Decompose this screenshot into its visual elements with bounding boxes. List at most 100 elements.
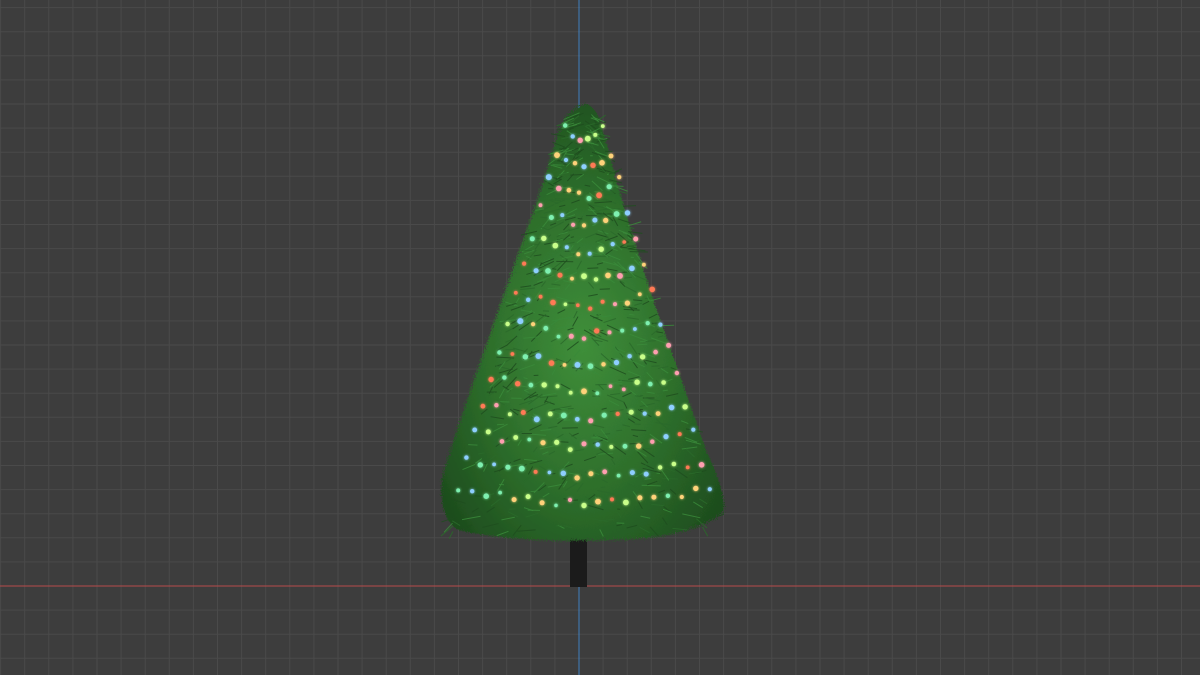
light-bulb — [600, 299, 605, 304]
light-bulb — [628, 409, 634, 415]
light-bulb — [556, 334, 561, 339]
light-bulb — [570, 134, 575, 139]
light-bulb — [555, 384, 560, 389]
light-bulb — [513, 435, 519, 440]
light-bulb — [566, 187, 572, 193]
light-bulb — [588, 418, 594, 424]
needle — [570, 174, 583, 176]
light-bulb — [511, 497, 517, 503]
needle — [520, 249, 532, 252]
light-bulb — [554, 503, 558, 508]
light-bulb — [576, 252, 581, 257]
light-bulb — [567, 447, 573, 452]
light-bulb — [674, 370, 680, 376]
light-bulb — [556, 185, 562, 192]
light-bulb — [477, 462, 483, 468]
viewport-canvas — [0, 0, 1200, 675]
needle — [620, 246, 628, 249]
light-bulb — [671, 461, 677, 467]
light-bulb — [596, 192, 602, 199]
light-bulb — [622, 443, 628, 449]
light-bulb — [570, 276, 574, 281]
light-bulb — [600, 124, 605, 128]
light-bulb — [593, 277, 599, 282]
light-bulb — [563, 302, 568, 307]
needle — [623, 205, 636, 207]
light-bulb — [613, 302, 617, 307]
light-bulb — [629, 470, 635, 476]
needle — [571, 159, 584, 162]
light-bulb — [535, 353, 542, 359]
light-bulb — [560, 213, 565, 218]
needle — [599, 175, 606, 177]
light-bulb — [617, 273, 623, 279]
light-bulb — [520, 410, 526, 415]
light-bulb — [550, 299, 556, 306]
light-bulb — [590, 162, 596, 168]
light-bulb — [651, 494, 657, 500]
light-bulb — [581, 388, 587, 395]
needle — [639, 340, 646, 343]
light-bulb — [548, 360, 555, 366]
light-bulb — [576, 303, 580, 308]
light-bulb — [598, 246, 604, 252]
needle — [629, 313, 635, 316]
3d-viewport[interactable] — [0, 0, 1200, 675]
light-bulb — [624, 210, 631, 216]
light-bulb — [564, 245, 569, 250]
light-bulb — [601, 362, 606, 367]
needle — [702, 526, 709, 537]
light-bulb — [577, 137, 583, 143]
light-bulb — [581, 223, 587, 228]
light-bulb — [682, 404, 688, 410]
light-bulb — [648, 381, 653, 387]
light-bulb — [595, 442, 600, 447]
light-bulb — [497, 350, 502, 355]
light-bulb — [587, 363, 594, 370]
light-bulb — [595, 498, 601, 505]
needle — [547, 287, 560, 290]
light-bulb — [541, 235, 547, 242]
light-bulb — [543, 325, 549, 331]
light-bulb — [485, 429, 491, 435]
light-bulb — [522, 261, 527, 266]
needle — [552, 268, 557, 270]
light-bulb — [510, 352, 515, 356]
light-bulb — [621, 387, 626, 392]
tree-trunk — [570, 535, 587, 587]
light-bulb — [642, 262, 646, 267]
light-bulb — [562, 363, 567, 367]
light-bulb — [623, 499, 629, 506]
light-bulb — [540, 440, 546, 446]
light-bulb — [634, 379, 640, 385]
light-bulb — [548, 215, 554, 220]
light-bulb — [531, 322, 536, 327]
light-bulb — [575, 417, 580, 422]
light-bulb — [517, 318, 524, 325]
light-bulb — [498, 490, 502, 495]
light-bulb — [679, 494, 684, 500]
light-bulb — [572, 161, 578, 166]
light-bulb — [595, 391, 600, 396]
light-bulb — [693, 485, 699, 492]
needle — [555, 183, 561, 186]
light-bulb — [538, 203, 543, 208]
light-bulb — [666, 342, 672, 348]
light-bulb — [603, 217, 609, 223]
light-bulb — [464, 455, 469, 460]
light-bulb — [613, 211, 620, 217]
light-bulb — [581, 164, 587, 170]
light-bulb — [650, 439, 655, 444]
light-bulb — [677, 432, 682, 437]
light-bulb — [620, 328, 625, 333]
light-bulb — [528, 382, 534, 388]
light-bulb — [560, 412, 567, 419]
light-bulb — [492, 462, 496, 467]
needle — [662, 389, 668, 392]
light-bulb — [533, 416, 540, 423]
light-bulb — [576, 190, 582, 195]
light-bulb — [593, 132, 598, 137]
light-bulb — [608, 384, 613, 389]
light-bulb — [617, 175, 622, 180]
needle — [616, 300, 634, 303]
